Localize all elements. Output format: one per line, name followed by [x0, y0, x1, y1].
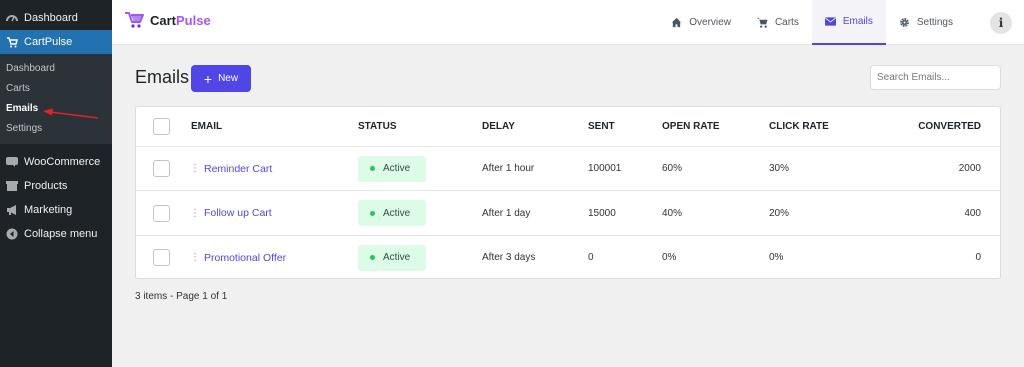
home-icon — [671, 17, 682, 28]
gear-icon — [899, 17, 910, 28]
sidebar-item-products[interactable]: Products — [0, 174, 112, 198]
click-rate-cell: 0% — [769, 252, 784, 263]
col-header-converted[interactable]: CONVERTED — [918, 107, 981, 146]
status-dot-icon — [370, 166, 375, 171]
page-title: Emails — [135, 67, 190, 87]
click-rate-cell: 20% — [769, 207, 790, 219]
email-name-link[interactable]: Promotional Offer — [204, 252, 286, 264]
sidebar-item-marketing[interactable]: Marketing — [0, 198, 112, 222]
sidebar-item-label: Marketing — [24, 204, 73, 216]
row-checkbox[interactable] — [153, 160, 170, 177]
sidebar-item-label: CartPulse — [24, 36, 73, 48]
new-button-label: New — [218, 73, 239, 84]
brand-part2: Pulse — [176, 12, 211, 28]
delay-cell: After 3 days — [482, 252, 536, 263]
submenu-item-carts[interactable]: Carts — [0, 78, 112, 98]
tab-emails[interactable]: Emails — [811, 0, 886, 45]
open-rate-cell: 40% — [662, 207, 683, 219]
tab-overview[interactable]: Overview — [658, 0, 744, 45]
cartpulse-icon — [6, 36, 18, 48]
megaphone-icon — [6, 204, 18, 216]
submenu-item-dashboard[interactable]: Dashboard — [0, 58, 112, 78]
brand-part1: Cart — [150, 12, 177, 28]
products-icon — [6, 180, 18, 192]
sidebar-item-label: Products — [24, 180, 68, 192]
click-rate-cell: 30% — [769, 163, 790, 174]
tab-label: Carts — [774, 17, 799, 28]
status-label: Active — [383, 207, 411, 219]
row-checkbox[interactable] — [153, 249, 170, 266]
cartpulse-logo-icon — [125, 12, 144, 28]
dashboard-icon — [6, 12, 18, 24]
woocommerce-icon — [6, 156, 18, 168]
sidebar-item-label: Collapse menu — [24, 228, 98, 240]
converted-cell: 400 — [964, 207, 981, 219]
sidebar-item-cartpulse[interactable]: CartPulse — [0, 30, 112, 54]
top-nav: Overview Carts Emails Settings i — [658, 0, 1024, 45]
cartpulse-logo[interactable]: CartPulse — [124, 11, 211, 29]
table-row: ⋮ Reminder Cart Active After 1 hour 1000… — [136, 147, 1000, 191]
status-label: Active — [383, 163, 411, 174]
status-dot-icon — [370, 255, 375, 260]
tab-label: Emails — [842, 16, 873, 27]
col-header-open-rate[interactable]: OPEN RATE — [662, 107, 720, 146]
cartpulse-submenu: Dashboard Carts Emails Settings — [0, 54, 112, 144]
new-email-button[interactable]: + New — [191, 65, 251, 92]
status-badge: Active — [358, 244, 426, 271]
sidebar-item-label: WooCommerce — [24, 156, 101, 168]
col-header-click-rate[interactable]: CLICK RATE — [769, 107, 829, 146]
status-badge: Active — [358, 155, 426, 182]
email-name-link[interactable]: Follow up Cart — [204, 207, 272, 219]
tab-carts[interactable]: Carts — [744, 0, 812, 45]
search-input[interactable] — [870, 65, 1001, 90]
cart-icon — [756, 17, 768, 28]
delay-cell: After 1 day — [482, 207, 531, 219]
sent-cell: 15000 — [588, 207, 616, 219]
drag-handle-icon[interactable]: ⋮ — [190, 147, 200, 190]
delay-cell: After 1 hour — [482, 163, 535, 174]
open-rate-cell: 0% — [662, 252, 677, 263]
status-badge: Active — [358, 200, 426, 226]
row-checkbox[interactable] — [153, 204, 170, 222]
annotation-arrow — [43, 108, 99, 119]
col-header-sent[interactable]: SENT — [588, 107, 615, 146]
tab-settings[interactable]: Settings — [886, 0, 966, 45]
drag-handle-icon[interactable]: ⋮ — [190, 236, 200, 279]
sidebar-collapse-menu[interactable]: Collapse menu — [0, 222, 112, 246]
select-all-checkbox[interactable] — [153, 118, 170, 135]
col-header-delay[interactable]: DELAY — [482, 107, 515, 146]
status-dot-icon — [370, 210, 375, 216]
drag-handle-icon[interactable]: ⋮ — [190, 191, 200, 235]
info-button[interactable]: i — [990, 11, 1012, 34]
table-header: EMAIL STATUS DELAY SENT OPEN RATE CLICK … — [136, 107, 1000, 147]
sent-cell: 100001 — [588, 163, 622, 174]
open-rate-cell: 60% — [662, 163, 683, 174]
sidebar-item-dashboard[interactable]: Dashboard — [0, 6, 112, 30]
admin-sidebar: Dashboard CartPulse Dashboard Carts Emai… — [0, 0, 112, 367]
emails-table: EMAIL STATUS DELAY SENT OPEN RATE CLICK … — [135, 106, 1001, 279]
plus-icon: + — [203, 70, 213, 87]
sidebar-item-woocommerce[interactable]: WooCommerce — [0, 150, 112, 174]
pagination-info: 3 items - Page 1 of 1 — [135, 291, 228, 302]
table-row: ⋮ Follow up Cart Active After 1 day 1500… — [136, 191, 1000, 236]
table-row: ⋮ Promotional Offer Active After 3 days … — [136, 236, 1000, 279]
envelope-icon — [824, 17, 836, 26]
status-label: Active — [383, 252, 411, 263]
tab-label: Overview — [689, 17, 731, 28]
collapse-icon — [6, 228, 18, 240]
tab-label: Settings — [916, 17, 953, 28]
converted-cell: 0 — [975, 252, 981, 263]
sidebar-item-label: Dashboard — [24, 12, 78, 24]
app-header: CartPulse Overview Carts Emails Settings — [112, 0, 1024, 45]
col-header-status[interactable]: STATUS — [358, 107, 397, 146]
sent-cell: 0 — [588, 252, 594, 263]
col-header-email[interactable]: EMAIL — [191, 107, 222, 146]
email-name-link[interactable]: Reminder Cart — [204, 163, 272, 175]
converted-cell: 2000 — [958, 163, 981, 174]
